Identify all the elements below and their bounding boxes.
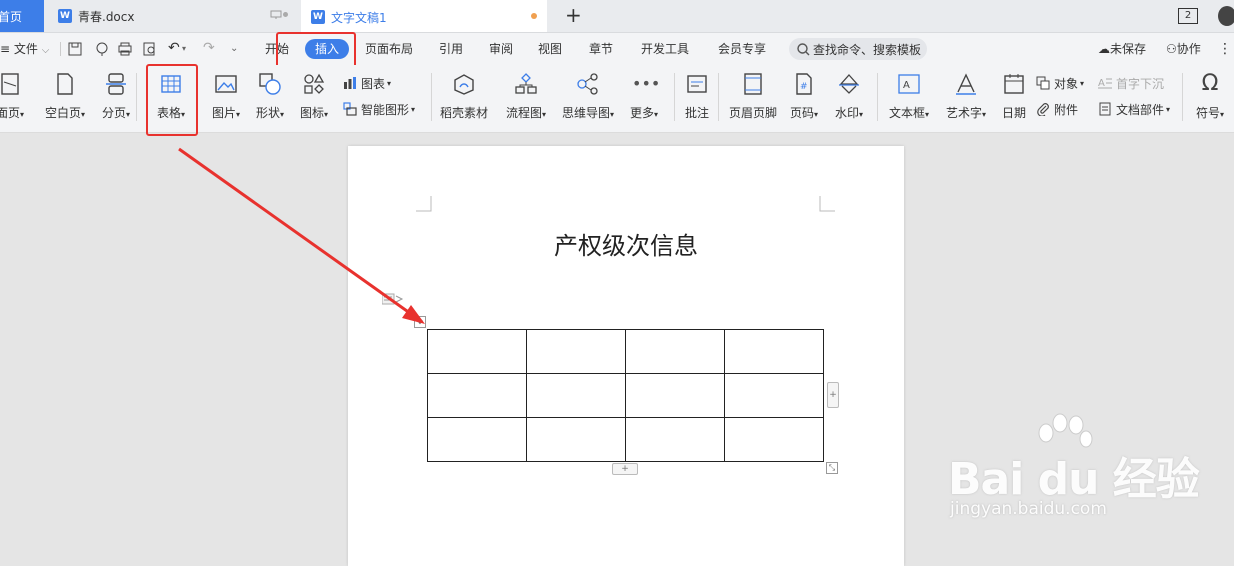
watermark-brand: Bai du 经验 bbox=[948, 454, 1200, 505]
baidu-jingyan-watermark: Bai du 经验 jingyan.baidu.com bbox=[946, 413, 1234, 543]
watermark-url: jingyan.baidu.com bbox=[950, 499, 1107, 519]
